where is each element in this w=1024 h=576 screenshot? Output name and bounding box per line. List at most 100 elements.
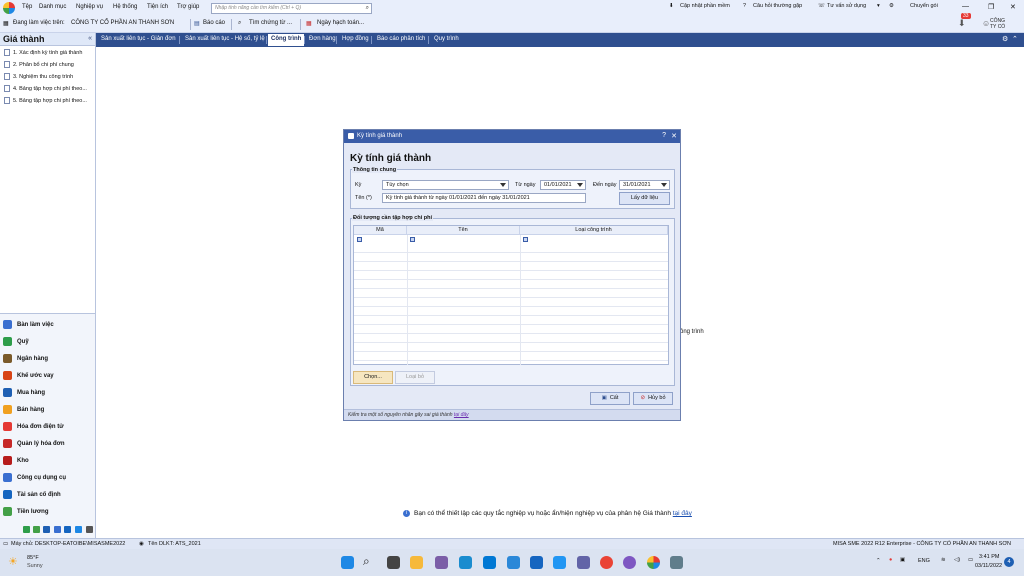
task-view-icon[interactable]: [387, 556, 400, 569]
sidebar-item[interactable]: 1. Xác định kỳ tính giá thành: [4, 49, 82, 56]
faq-button[interactable]: Câu hỏi thường gặp: [753, 3, 802, 9]
chevron-down-icon[interactable]: [500, 183, 506, 187]
shortcut-icon[interactable]: [75, 526, 82, 533]
table-row[interactable]: [354, 298, 668, 307]
table-row[interactable]: [354, 325, 668, 334]
file-explorer-icon[interactable]: [410, 556, 423, 569]
save-button[interactable]: ▣ Cất: [590, 392, 630, 405]
battery-icon[interactable]: ▭: [968, 557, 973, 563]
shortcut-icon[interactable]: [54, 526, 61, 533]
close-icon[interactable]: ✕: [1010, 3, 1016, 11]
table-row[interactable]: [354, 253, 668, 262]
column-header-type[interactable]: Loại công trình: [520, 226, 668, 235]
chevron-down-icon[interactable]: [661, 183, 667, 187]
notification-count[interactable]: 4: [1004, 557, 1014, 567]
menu-file[interactable]: Tệp: [22, 4, 32, 10]
restore-icon[interactable]: ❐: [988, 3, 994, 11]
footer-link[interactable]: tại đây: [454, 412, 469, 418]
column-header-code[interactable]: Mã: [354, 226, 407, 235]
more-icon[interactable]: [86, 526, 93, 533]
collapse-sidebar-button[interactable]: «: [88, 35, 92, 42]
table-row[interactable]: [354, 262, 668, 271]
table-row[interactable]: [354, 334, 668, 343]
chevron-down-icon[interactable]: [577, 183, 583, 187]
shortcut-icon[interactable]: [23, 526, 30, 533]
chevron-down-icon[interactable]: ▾: [877, 3, 880, 9]
module-warehouse[interactable]: Kho: [3, 456, 29, 465]
sidebar-item[interactable]: 5. Bảng tập hợp chi phí theo...: [4, 97, 87, 104]
module-payroll[interactable]: Tiền lương: [3, 507, 49, 516]
from-date-field[interactable]: 01/01/2021: [540, 180, 586, 190]
column-header-name[interactable]: Tên: [407, 226, 520, 235]
table-row[interactable]: [354, 271, 668, 280]
module-purchasing[interactable]: Mua hàng: [3, 388, 45, 397]
menu-help[interactable]: Trợ giúp: [177, 4, 199, 10]
user-icon[interactable]: ☺: [982, 19, 990, 28]
info-link[interactable]: tại đây: [673, 510, 692, 517]
update-icon[interactable]: ⬇: [669, 3, 674, 9]
chevron-up-icon[interactable]: ⌃: [876, 558, 881, 564]
chat-icon[interactable]: [435, 556, 448, 569]
calculator-icon[interactable]: [670, 556, 683, 569]
switch-package-button[interactable]: Chuyển gói: [910, 3, 938, 9]
tab-contracts[interactable]: Hợp đồng: [342, 36, 369, 42]
sidebar-item[interactable]: 4. Bảng tập hợp chi phí theo...: [4, 85, 87, 92]
tab-workflow[interactable]: Quy trình: [434, 36, 459, 42]
shortcut-icon[interactable]: [33, 526, 40, 533]
bell-icon[interactable]: ⬇: [958, 18, 966, 29]
tab-continuous-simple[interactable]: Sản xuất liên tục - Giản đơn: [101, 36, 176, 42]
search-icon[interactable]: ⌕: [363, 554, 370, 569]
tab-orders[interactable]: Đơn hàng: [309, 36, 336, 42]
zalo-icon[interactable]: [553, 556, 566, 569]
update-software-button[interactable]: Cập nhật phần mềm: [680, 3, 730, 9]
antivirus-icon[interactable]: ●: [889, 557, 892, 563]
gear-icon[interactable]: ⚙: [1002, 35, 1008, 43]
company-name[interactable]: CÔNG TY CỔ PHẦN AN THANH SƠN: [71, 20, 174, 26]
module-fixed-assets[interactable]: Tài sản cố định: [3, 490, 61, 499]
weather[interactable]: Sunny: [27, 563, 43, 569]
menu-catalog[interactable]: Danh mục: [39, 4, 66, 10]
report-button[interactable]: Báo cáo: [203, 20, 225, 26]
table-row[interactable]: [354, 352, 668, 361]
word-icon[interactable]: [530, 556, 543, 569]
filter-icon[interactable]: [410, 237, 415, 242]
start-icon[interactable]: [341, 556, 354, 569]
module-bank[interactable]: Ngân hàng: [3, 354, 48, 363]
menu-utilities[interactable]: Tiện ích: [147, 4, 168, 10]
table-row[interactable]: [354, 244, 668, 253]
to-date-field[interactable]: 31/01/2021: [619, 180, 670, 190]
sidebar-item[interactable]: 3. Nghiệm thu công trình: [4, 73, 73, 80]
temperature[interactable]: 85°F: [27, 555, 39, 561]
posting-date-button[interactable]: Ngày hạch toán...: [317, 20, 364, 26]
clock-date[interactable]: 03/11/2022: [975, 563, 1002, 569]
network-tray-icon[interactable]: ▣: [900, 557, 905, 563]
module-cash[interactable]: Quỹ: [3, 337, 29, 346]
settings-icon[interactable]: ⚙: [889, 3, 894, 9]
close-dialog-button[interactable]: ✕: [671, 132, 677, 140]
search-input[interactable]: Nhập tính năng cần tìm kiếm (Ctrl + Q) ⌕: [211, 3, 372, 14]
search-icon[interactable]: ⌕: [366, 5, 369, 12]
store-icon[interactable]: [483, 556, 496, 569]
edge-icon[interactable]: [459, 556, 472, 569]
clock-time[interactable]: 3:41 PM: [979, 554, 999, 560]
table-row[interactable]: [354, 307, 668, 316]
shortcut-icon[interactable]: [43, 526, 50, 533]
choose-button[interactable]: Chọn...: [353, 371, 393, 384]
menu-system[interactable]: Hệ thống: [113, 4, 137, 10]
app-l-icon[interactable]: [507, 556, 520, 569]
company-short[interactable]: CÔNG TY CỔ: [990, 18, 1012, 30]
minimize-icon[interactable]: —: [962, 3, 969, 10]
sidebar-item[interactable]: 2. Phân bổ chi phí chung: [4, 61, 74, 68]
consult-dropdown[interactable]: Tư vấn sử dụng: [827, 3, 866, 9]
module-sales[interactable]: Bán hàng: [3, 405, 44, 414]
menu-operations[interactable]: Nghiệp vụ: [76, 4, 103, 10]
module-invoice-mgmt[interactable]: Quản lý hóa đơn: [3, 439, 65, 448]
fetch-data-button[interactable]: Lấy dữ liệu: [619, 192, 670, 205]
name-field[interactable]: Kỳ tính giá thành từ ngày 01/01/2021 đến…: [382, 193, 586, 203]
table-row[interactable]: [354, 280, 668, 289]
help-button[interactable]: ?: [662, 132, 666, 139]
cancel-button[interactable]: ⊘ Hủy bỏ: [633, 392, 673, 405]
module-loans[interactable]: Khế ước vay: [3, 371, 54, 380]
filter-icon[interactable]: [523, 237, 528, 242]
tab-analysis-reports[interactable]: Báo cáo phân tích: [377, 36, 425, 42]
